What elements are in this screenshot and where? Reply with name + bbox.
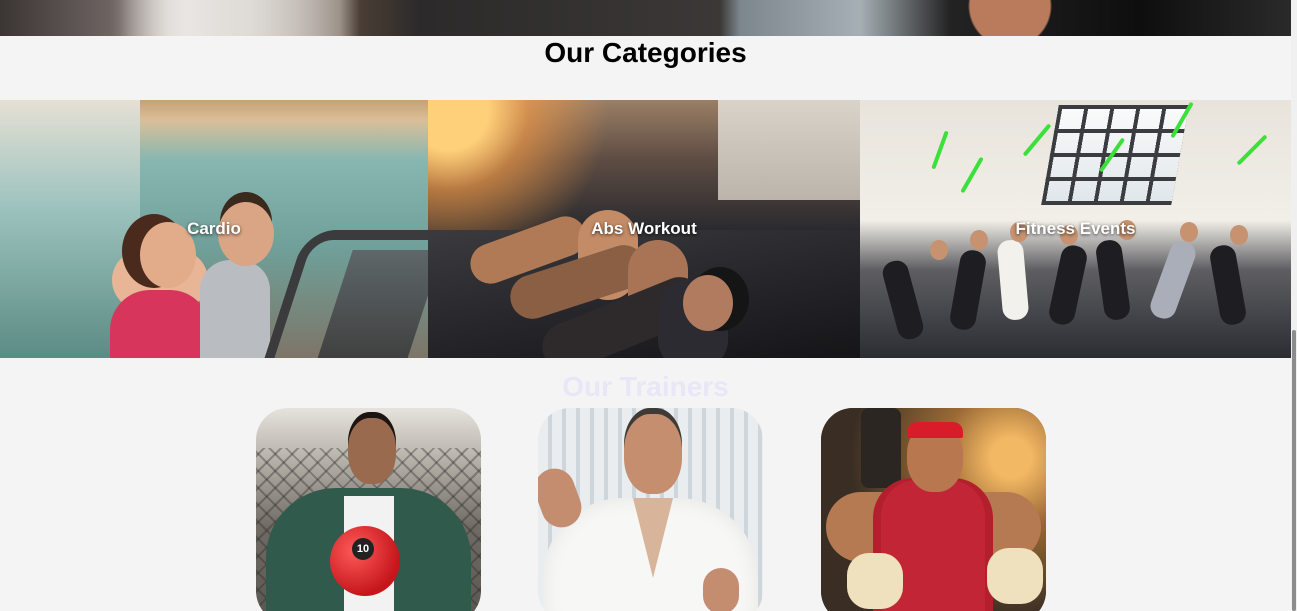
trainers-title: Our Trainers [562, 371, 729, 402]
category-label-abs-workout: Abs Workout [591, 219, 697, 238]
headband [907, 422, 963, 438]
category-card-abs-workout[interactable]: Abs Workout [428, 100, 860, 358]
category-label-cardio: Cardio [187, 219, 241, 238]
boxing-glove [847, 553, 903, 609]
medicine-ball-number: 10 [352, 538, 374, 560]
trainer-photo-face [348, 418, 396, 484]
page: Our Categories Cardio Abs Workout Fitnes… [0, 0, 1297, 611]
categories-row: Cardio Abs Workout Fitness Events [0, 100, 1291, 358]
medicine-ball [330, 526, 400, 596]
category-card-fitness-events[interactable]: Fitness Events [860, 100, 1291, 358]
punching-bag [861, 408, 901, 488]
scrollbar-thumb[interactable] [1292, 330, 1296, 611]
trainer-photo-face [624, 414, 682, 494]
scrollbar[interactable] [1291, 0, 1297, 611]
boxing-glove [987, 548, 1043, 604]
trainer-card-1[interactable]: 10 [256, 408, 481, 611]
categories-title: Our Categories [544, 37, 747, 68]
hero-image [0, 0, 1291, 36]
category-label-fitness-events: Fitness Events [1015, 219, 1136, 238]
trainer-card-2[interactable] [538, 408, 763, 611]
trainer-card-3[interactable] [821, 408, 1046, 611]
category-card-cardio[interactable]: Cardio [0, 100, 428, 358]
